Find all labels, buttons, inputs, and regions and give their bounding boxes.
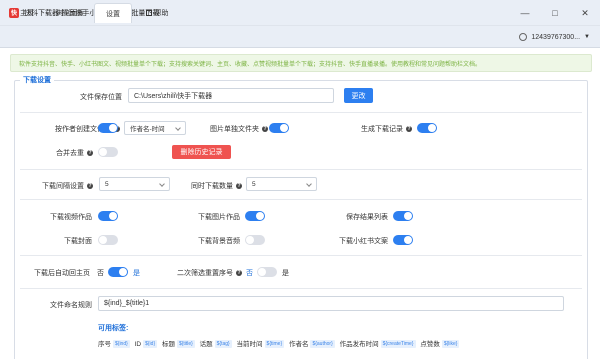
- dl-xhs-text-toggle[interactable]: [393, 235, 413, 245]
- tag-name: 作品发布时间: [339, 341, 379, 348]
- concurrent-value: 5: [252, 180, 256, 188]
- chevron-down-icon: [175, 125, 181, 131]
- feature-notice: 软件支持抖音、快手、小红书图文、视频批量单个下载；支持搜索关键词、主页、收藏、点…: [10, 54, 592, 72]
- help-icon[interactable]: ?: [236, 183, 242, 190]
- dl-bgm-label: 下载背景音频: [198, 238, 240, 245]
- tag-value[interactable]: ${id}: [143, 340, 158, 349]
- tag-value[interactable]: ${author}: [310, 340, 335, 349]
- secondary-sort-toggle[interactable]: [257, 267, 277, 277]
- divider: [20, 169, 582, 170]
- tab-settings[interactable]: 设置: [94, 3, 132, 23]
- tag-name: 作者名: [288, 341, 309, 348]
- merge-dedupe-text: 合并去重: [56, 150, 84, 157]
- tags-row: 序号 ${ind} ID ${id} 标题 ${title} 话题 ${tag} 当前时…: [98, 338, 462, 349]
- interval-label: 下载间隔设置?: [20, 181, 93, 191]
- tag-name: 当前时间: [236, 341, 263, 348]
- secondary-sort-text: 二次筛选重置序号: [177, 270, 233, 277]
- secondary-sort-yes[interactable]: 是: [282, 268, 289, 278]
- merge-dedupe-label: 合并去重?: [20, 148, 93, 158]
- interval-value: 5: [105, 180, 109, 188]
- tab-help[interactable]: 帮助: [140, 3, 174, 22]
- image-folder-toggle[interactable]: [269, 123, 289, 133]
- tag-value[interactable]: ${tag}: [214, 340, 232, 349]
- dl-cover-toggle[interactable]: [98, 235, 118, 245]
- tab-browse-panel[interactable]: 浏览面板: [50, 3, 90, 22]
- secondary-sort-label: 二次筛选重置序号?: [170, 268, 242, 278]
- close-icon[interactable]: ✕: [570, 0, 600, 26]
- user-icon: [519, 33, 528, 41]
- image-folder-text: 图片单独文件夹: [210, 126, 259, 133]
- save-path-input[interactable]: C:\Users\zhili\快手下载器: [128, 88, 334, 103]
- naming-input[interactable]: ${ind}_${title}1: [98, 296, 564, 311]
- section-title: 下载设置: [20, 75, 54, 85]
- tag-name: 点赞数: [420, 341, 440, 348]
- help-icon[interactable]: ?: [87, 183, 93, 190]
- interval-text: 下载间隔设置: [42, 183, 84, 190]
- tag-name: 话题: [199, 341, 213, 348]
- folder-naming-select[interactable]: 作者名-时间: [124, 121, 186, 135]
- user-area[interactable]: 12439767300... ▼: [519, 26, 590, 48]
- save-list-label: 保存结果列表: [346, 214, 388, 221]
- interval-select[interactable]: 5: [99, 177, 170, 191]
- divider: [20, 255, 582, 256]
- tag-name: 标题: [161, 341, 175, 348]
- tag-name: ID: [134, 341, 142, 348]
- auto-back-yes[interactable]: 是: [133, 268, 140, 278]
- concurrent-label: 同时下载数量?: [170, 181, 242, 191]
- tab-help-label: 帮助: [154, 9, 169, 17]
- auto-back-toggle[interactable]: [108, 267, 128, 277]
- tag-name: 序号: [98, 341, 111, 348]
- tags-title: 可用标签:: [98, 325, 129, 332]
- concurrent-text: 同时下载数量: [191, 183, 233, 190]
- tag-value[interactable]: ${createTime}: [380, 340, 416, 349]
- dl-video-label: 下载视频作品: [50, 214, 92, 221]
- record-text: 生成下载记录: [361, 126, 403, 133]
- chevron-down-icon: ▼: [584, 34, 590, 40]
- record-toggle[interactable]: [417, 123, 437, 133]
- book-icon: [145, 9, 152, 16]
- menu-bar: [0, 26, 600, 48]
- auto-back-no[interactable]: 否: [97, 268, 104, 278]
- tag-value[interactable]: ${title}: [176, 340, 195, 349]
- help-icon[interactable]: ?: [236, 270, 242, 277]
- help-icon[interactable]: ?: [262, 126, 268, 133]
- chevron-down-icon: [306, 181, 312, 187]
- divider: [20, 199, 582, 200]
- save-list-toggle[interactable]: [393, 211, 413, 221]
- help-icon[interactable]: ?: [406, 126, 412, 133]
- divider: [20, 112, 582, 113]
- auto-back-label: 下载后自动回主页: [34, 270, 90, 277]
- dl-cover-label: 下载封面: [64, 238, 92, 245]
- tag-value[interactable]: ${ind}: [113, 340, 130, 349]
- title-bar: 快 快抖下载器-抖音快手小红书去水印批量下载 — □ ✕: [0, 0, 600, 26]
- save-path-label: 文件保存位置: [80, 94, 122, 101]
- dl-image-toggle[interactable]: [245, 211, 265, 221]
- dl-video-toggle[interactable]: [98, 211, 118, 221]
- tag-value[interactable]: ${like}: [441, 340, 460, 349]
- user-id: 12439767300...: [531, 33, 581, 41]
- delete-history-button[interactable]: 删除历史记录: [172, 145, 231, 159]
- tag-value[interactable]: ${time}: [264, 340, 285, 349]
- record-label: 生成下载记录?: [330, 124, 412, 134]
- image-folder-label: 图片单独文件夹?: [196, 124, 268, 134]
- minimize-icon[interactable]: —: [510, 0, 540, 26]
- chevron-down-icon: [159, 181, 165, 187]
- divider: [20, 288, 582, 289]
- merge-dedupe-toggle[interactable]: [98, 147, 118, 157]
- tab-home[interactable]: 主页: [12, 3, 42, 22]
- naming-label: 文件命名规则: [50, 302, 92, 309]
- maximize-icon[interactable]: □: [540, 0, 570, 26]
- help-icon[interactable]: ?: [87, 150, 93, 157]
- secondary-sort-no[interactable]: 否: [246, 268, 253, 278]
- author-folder-toggle[interactable]: [98, 123, 118, 133]
- folder-naming-value: 作者名-时间: [130, 126, 165, 133]
- dl-xhs-text-label: 下载小红书文案: [339, 238, 388, 245]
- change-path-button[interactable]: 更改: [344, 88, 373, 103]
- dl-image-label: 下载图片作品: [198, 214, 240, 221]
- dl-bgm-toggle[interactable]: [245, 235, 265, 245]
- concurrent-select[interactable]: 5: [246, 177, 317, 191]
